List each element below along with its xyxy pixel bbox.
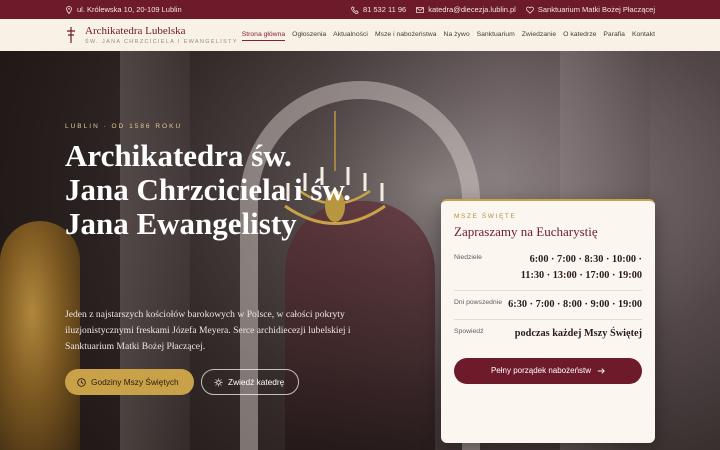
schedule-row-label: Niedziele bbox=[454, 254, 482, 261]
page-title: Archikatedra św. Jana Chrzciciela i św. … bbox=[65, 138, 351, 242]
phone-text: 81 532 11 96 bbox=[362, 5, 407, 14]
card-kicker: MSZE ŚWIĘTE bbox=[454, 213, 517, 220]
logo-subtitle: ŚW. JANA CHRZCICIELA I EWANGELISTY bbox=[85, 38, 238, 45]
menu: Strona główna Ogłoszenia Aktualności Msz… bbox=[241, 29, 655, 41]
full-schedule-button[interactable]: Pełny porządek nabożeństw bbox=[454, 357, 642, 384]
address-item: ul. Królewska 10, 20-109 Lublin bbox=[65, 5, 182, 14]
sun-icon bbox=[214, 377, 223, 387]
visit-cathedral-button-label: Zwiedź katedrę bbox=[228, 377, 285, 387]
email-text: katedra@diecezja.lublin.pl bbox=[428, 5, 516, 14]
logo-title: Archikatedra Lubelska bbox=[85, 24, 186, 37]
menu-item-tours[interactable]: Zwiedzanie bbox=[522, 29, 556, 41]
location-pin-icon bbox=[66, 5, 72, 14]
schedule-row: Spowiedź podczas każdej Mszy Świętej bbox=[454, 320, 642, 348]
mass-times-button[interactable]: Godziny Mszy Świętych bbox=[65, 369, 194, 395]
hero-lead: Jeden z najstarszych kościołów barokowyc… bbox=[65, 309, 351, 352]
sanctuary-link[interactable]: Sanktuarium Matki Bożej Płaczącej bbox=[526, 5, 655, 14]
address-text: ul. Królewska 10, 20-109 Lublin bbox=[77, 5, 182, 14]
clock-icon bbox=[77, 377, 86, 387]
phone-icon bbox=[350, 5, 359, 14]
menu-item-announcements[interactable]: Ogłoszenia bbox=[292, 29, 326, 41]
menu-item-masses[interactable]: Msze i nabożeństwa bbox=[375, 29, 437, 41]
schedule-row-label: Dni powszednie bbox=[454, 298, 502, 306]
schedule-row: Dni powszednie 6:30 · 7:00 · 8:00 · 9:00… bbox=[454, 291, 642, 320]
full-schedule-button-label: Pełny porządek nabożeństw bbox=[490, 366, 592, 376]
mass-times-button-label: Godziny Mszy Świętych bbox=[91, 377, 179, 387]
menu-item-home[interactable]: Strona główna bbox=[241, 29, 286, 41]
mass-schedule-card: MSZE ŚWIĘTE Zapraszamy na Eucharystię Ni… bbox=[441, 199, 655, 443]
top-info-bar: ul. Królewska 10, 20-109 Lublin 81 532 1… bbox=[0, 0, 720, 19]
schedule-row-value: podczas każdej Mszy Świętej bbox=[514, 327, 642, 339]
menu-item-contact[interactable]: Kontakt bbox=[632, 29, 655, 41]
card-title: Zapraszamy na Eucharystię bbox=[454, 224, 598, 239]
site-logo[interactable]: Archikatedra Lubelska ŚW. JANA CHRZCICIE… bbox=[65, 24, 238, 45]
heart-icon bbox=[526, 6, 534, 14]
menu-item-sanctuary[interactable]: Sanktuarium bbox=[477, 29, 515, 41]
cross-icon bbox=[67, 27, 75, 43]
arrow-right-icon bbox=[597, 368, 605, 374]
visit-cathedral-button[interactable]: Zwiedź katedrę bbox=[201, 369, 299, 395]
schedule-row-value: 6:00 · 7:00 · 8:30 · 10:00 · 11:30 · 13:… bbox=[520, 254, 642, 281]
sanctuary-text: Sanktuarium Matki Bożej Płaczącej bbox=[537, 5, 655, 14]
hero-eyebrow: LUBLIN · OD 1586 ROKU bbox=[65, 123, 183, 130]
phone-link[interactable]: 81 532 11 96 bbox=[350, 5, 407, 14]
hero-section: LUBLIN · OD 1586 ROKU Archikatedra św. J… bbox=[0, 51, 720, 450]
mail-icon bbox=[416, 6, 425, 13]
menu-item-live[interactable]: Na żywo bbox=[444, 29, 470, 41]
menu-item-parish[interactable]: Parafia bbox=[603, 29, 625, 41]
menu-item-about[interactable]: O katedrze bbox=[563, 29, 596, 41]
schedule-row: Niedziele 6:00 · 7:00 · 8:30 · 10:00 · 1… bbox=[454, 246, 642, 291]
schedule-row-label: Spowiedź bbox=[454, 327, 484, 335]
schedule-row-value: 6:30 · 7:00 · 8:00 · 9:00 · 19:00 bbox=[508, 298, 642, 310]
main-navigation: Archikatedra Lubelska ŚW. JANA CHRZCICIE… bbox=[0, 19, 720, 51]
menu-item-news[interactable]: Aktualności bbox=[333, 29, 368, 41]
email-link[interactable]: katedra@diecezja.lublin.pl bbox=[416, 5, 516, 14]
